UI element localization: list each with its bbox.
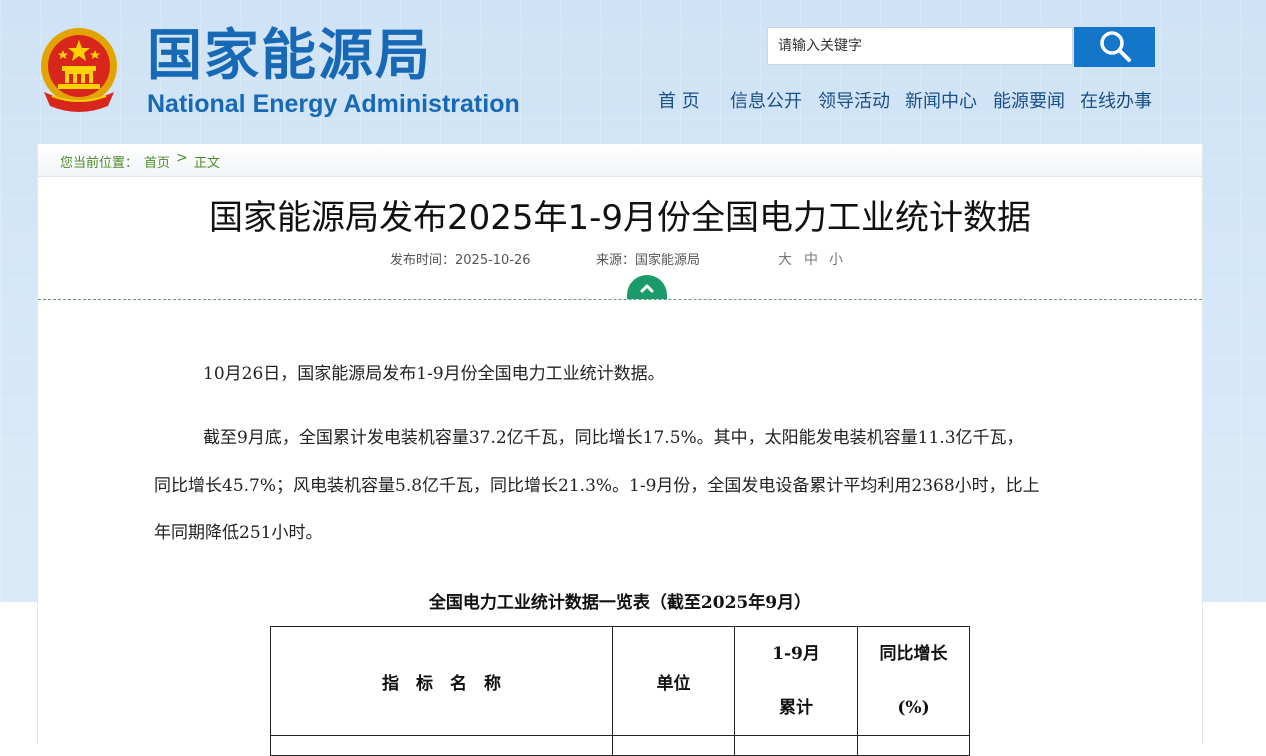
breadcrumb-separator: > bbox=[176, 150, 188, 166]
font-size-medium-button[interactable]: 中 bbox=[804, 249, 818, 269]
nav-energy-news[interactable]: 能源要闻 bbox=[993, 90, 1065, 114]
article-title: 国家能源局发布2025年1-9月份全国电力工业统计数据 bbox=[208, 198, 1032, 238]
header-cumulative: 1-9月 累计 bbox=[734, 626, 858, 736]
header-unit: 单位 bbox=[612, 626, 735, 736]
search-button[interactable] bbox=[1074, 27, 1155, 67]
header-divider bbox=[38, 299, 1202, 300]
breadcrumb-prefix: 您当前位置： bbox=[60, 156, 139, 171]
breadcrumb: 您当前位置： 首页 > 正文 bbox=[38, 144, 1202, 177]
font-size-large-button[interactable]: 大 bbox=[778, 249, 792, 269]
content-panel: 您当前位置： 首页 > 正文 国家能源局发布2025年1-9月份全国电力工业统计… bbox=[37, 144, 1203, 756]
header-cumulative-line1: 1-9月 bbox=[772, 644, 820, 664]
article-paragraph: 同比增长45.7%；风电装机容量5.8亿千瓦，同比增长21.3%。1-9月份，全… bbox=[154, 476, 1040, 496]
publish-time: 发布时间：2025-10-26 bbox=[390, 253, 531, 268]
chevron-up-icon bbox=[639, 280, 655, 299]
header-growth-line1: 同比增长 bbox=[879, 644, 948, 664]
header-indicator-name: 指 标 名 称 bbox=[270, 626, 613, 736]
nav-info-disclosure[interactable]: 信息公开 bbox=[730, 90, 802, 114]
font-size-small-button[interactable]: 小 bbox=[829, 249, 843, 269]
article-source: 来源：国家能源局 bbox=[596, 253, 701, 268]
article-paragraph: 截至9月底，全国累计发电装机容量37.2亿千瓦，同比增长17.5%。其中，太阳能… bbox=[203, 428, 1024, 448]
nav-leadership-activities[interactable]: 领导活动 bbox=[818, 90, 890, 114]
article-paragraph: 年同期降低251小时。 bbox=[154, 523, 323, 543]
table-cell bbox=[270, 735, 613, 756]
nav-online-services[interactable]: 在线办事 bbox=[1080, 90, 1152, 114]
statistics-table: 指 标 名 称 单位 1-9月 累计 同比增长 (%) bbox=[270, 626, 970, 756]
header-growth: 同比增长 (%) bbox=[857, 626, 970, 736]
collapse-toggle-button[interactable] bbox=[627, 275, 667, 299]
article-paragraph: 10月26日，国家能源局发布1-9月份全国电力工业统计数据。 bbox=[203, 364, 665, 384]
header-unit-text: 单位 bbox=[656, 673, 691, 694]
nav-news-center[interactable]: 新闻中心 bbox=[905, 90, 977, 114]
table-caption: 全国电力工业统计数据一览表（截至2025年9月） bbox=[428, 593, 812, 613]
table-cell bbox=[857, 735, 970, 756]
national-emblem-logo bbox=[38, 26, 120, 114]
search-icon bbox=[1098, 29, 1132, 66]
search-input[interactable] bbox=[767, 27, 1073, 65]
header-indicator-name-text: 指 标 名 称 bbox=[382, 673, 501, 694]
site-name-en: National Energy Administration bbox=[147, 90, 520, 118]
header-cumulative-line2: 累计 bbox=[779, 698, 813, 718]
nav-home[interactable]: 首 页 bbox=[658, 90, 700, 114]
site-name-cn: 国家能源局 bbox=[147, 23, 433, 87]
table-row bbox=[270, 735, 970, 756]
breadcrumb-current: 正文 bbox=[194, 156, 221, 171]
breadcrumb-home-link[interactable]: 首页 bbox=[144, 152, 170, 171]
header-growth-line2: (%) bbox=[897, 698, 930, 718]
table-cell bbox=[734, 735, 858, 756]
table-header-row: 指 标 名 称 单位 1-9月 累计 同比增长 (%) bbox=[270, 626, 970, 736]
table-cell bbox=[612, 735, 735, 756]
